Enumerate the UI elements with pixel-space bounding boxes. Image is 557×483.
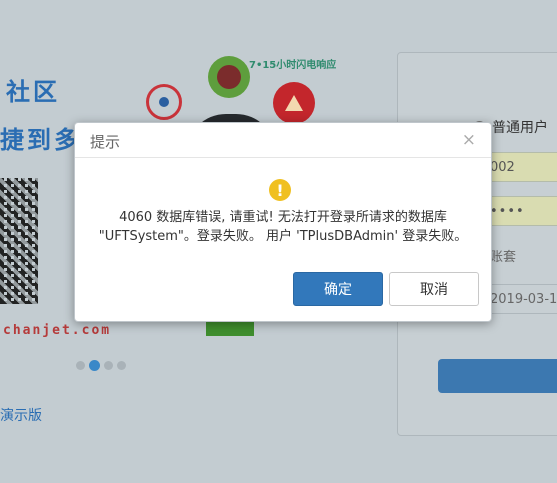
cancel-button[interactable]: 取消 [389,272,479,306]
carousel-dots[interactable] [76,360,126,371]
dialog-title: 提示 [90,133,121,151]
support-avatar-icon [208,56,250,98]
carousel-dot[interactable] [104,361,113,370]
dialog-message-line1: 4060 数据库错误, 请重试! 无法打开登录所请求的数据库 [119,210,447,225]
website-text: chanjet.com [3,323,112,338]
error-dialog: 提示 × ! 4060 数据库错误, 请重试! 无法打开登录所请求的数据库 "U… [74,122,492,322]
login-button[interactable] [438,359,557,393]
warning-icon: ! [269,179,291,201]
password-field[interactable]: •••• [483,196,557,226]
date-field[interactable]: 2019-03-1 [483,284,557,314]
carousel-dot-active[interactable] [89,360,100,371]
promo-service-text: 7•15小时闪电响应 [249,60,337,71]
carousel-dot[interactable] [76,361,85,370]
account-select[interactable]: 账套 [483,240,557,270]
carousel-dot[interactable] [117,361,126,370]
dialog-message-line2: "UFTSystem"。登录失败。 用户 'TPlusDBAdmin' 登录失败… [98,229,468,244]
close-icon[interactable]: × [462,130,476,150]
user-type-label: 普通用户 [492,120,548,136]
promo-heading-line1: 社区 [6,78,60,106]
dialog-header: 提示 × [75,123,491,158]
demo-link[interactable]: 演示版 [0,405,42,425]
username-field[interactable]: 002 [483,152,557,182]
confirm-button[interactable]: 确定 [293,272,383,306]
atom-icon [146,84,182,120]
flask-icon [273,82,315,124]
promo-heading-line2: 捷到多 [0,126,81,154]
